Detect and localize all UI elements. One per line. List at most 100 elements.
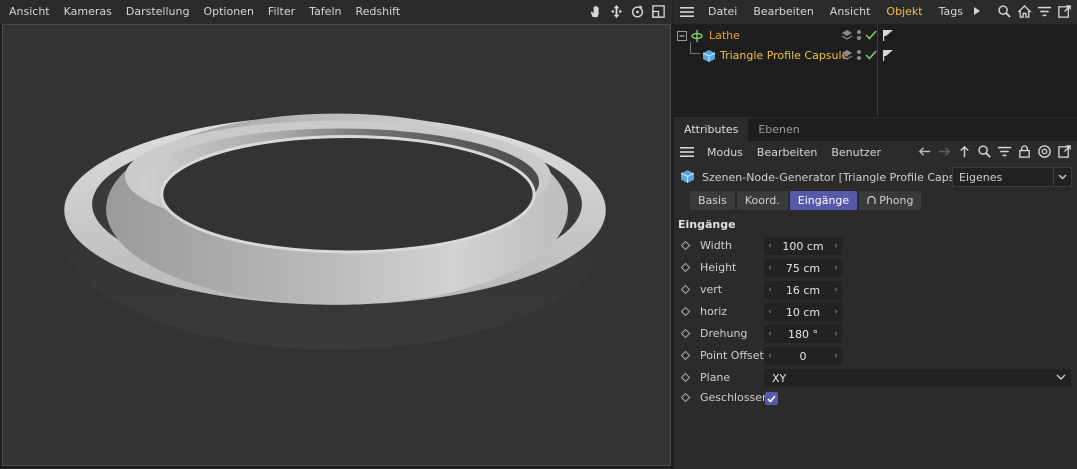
viewport-menu-ansicht[interactable]: Ansicht — [0, 0, 57, 24]
new-window-icon[interactable] — [1056, 3, 1073, 20]
keyframe-diamond-icon[interactable] — [681, 263, 690, 272]
decrement-arrow-icon[interactable]: ‹ — [765, 325, 775, 343]
capsule-cube-icon — [702, 49, 716, 66]
move-arrows-icon[interactable] — [608, 3, 625, 20]
menu-more-arrow-icon[interactable] — [973, 6, 981, 19]
search-icon[interactable] — [976, 143, 993, 160]
object-row-lathe[interactable]: Lathe — [674, 26, 1077, 46]
object-name-triangle-profile-capsule[interactable]: Triangle Profile Capsule — [720, 49, 848, 62]
viewport-menu-tafeln[interactable]: Tafeln — [302, 0, 348, 24]
param-label: Height — [700, 261, 737, 274]
horiz-field[interactable]: ‹ 10 cm › — [764, 303, 842, 321]
new-window-icon[interactable] — [1056, 143, 1073, 160]
geschlossen-checkbox[interactable] — [765, 392, 778, 405]
back-arrow-icon[interactable] — [916, 143, 933, 160]
layer-icon[interactable] — [841, 48, 853, 65]
keyframe-diamond-icon[interactable] — [681, 285, 690, 294]
chevron-down-icon[interactable] — [1053, 168, 1071, 186]
param-row-point-offset: Point Offset ‹ 0 › — [674, 346, 1077, 366]
point-offset-value[interactable]: 0 — [800, 350, 807, 363]
object-menu-tags[interactable]: Tags — [931, 0, 971, 24]
tab-attributes[interactable]: Attributes — [674, 118, 749, 141]
object-manager-icons — [996, 3, 1073, 20]
target-icon[interactable] — [1036, 143, 1053, 160]
decrement-arrow-icon[interactable]: ‹ — [765, 237, 775, 255]
increment-arrow-icon[interactable]: › — [831, 347, 841, 365]
decrement-arrow-icon[interactable]: ‹ — [765, 259, 775, 277]
height-field[interactable]: ‹ 75 cm › — [764, 259, 842, 277]
object-column-divider[interactable] — [877, 24, 878, 116]
generator-mode-dropdown[interactable]: Eigenes — [952, 167, 1072, 187]
enabled-check-icon[interactable] — [865, 28, 877, 45]
width-value[interactable]: 100 cm — [782, 240, 823, 253]
decrement-arrow-icon[interactable]: ‹ — [765, 347, 775, 365]
decrement-arrow-icon[interactable]: ‹ — [765, 281, 775, 299]
visibility-dots-icon[interactable] — [855, 28, 863, 45]
drehung-field[interactable]: ‹ 180 ° › — [764, 325, 842, 343]
rotate-icon[interactable] — [629, 3, 646, 20]
hand-pan-icon[interactable] — [587, 3, 604, 20]
drehung-value[interactable]: 180 ° — [788, 328, 818, 341]
height-value[interactable]: 75 cm — [786, 262, 820, 275]
keyframe-diamond-icon[interactable] — [681, 351, 690, 360]
viewport-menu-darstellung[interactable]: Darstellung — [119, 0, 197, 24]
subtab-phong[interactable]: Phong — [859, 191, 922, 210]
horiz-value[interactable]: 10 cm — [786, 306, 820, 319]
increment-arrow-icon[interactable]: › — [831, 237, 841, 255]
increment-arrow-icon[interactable]: › — [831, 325, 841, 343]
width-field[interactable]: ‹ 100 cm › — [764, 237, 842, 255]
attributes-menu-benutzer[interactable]: Benutzer — [824, 146, 888, 159]
increment-arrow-icon[interactable]: › — [831, 303, 841, 321]
tag-flag-icon[interactable] — [882, 29, 894, 45]
object-name-lathe[interactable]: Lathe — [709, 29, 740, 42]
plane-select[interactable]: XY — [764, 369, 1071, 387]
right-panel: Datei Bearbeiten Ansicht Objekt Tags Lat… — [674, 0, 1077, 469]
decrement-arrow-icon[interactable]: ‹ — [765, 303, 775, 321]
section-header: Eingänge — [678, 218, 736, 231]
viewport-menu-optionen[interactable]: Optionen — [196, 0, 260, 24]
viewport-menu-redshift[interactable]: Redshift — [348, 0, 407, 24]
increment-arrow-icon[interactable]: › — [831, 281, 841, 299]
attributes-menu-bearbeiten[interactable]: Bearbeiten — [750, 146, 824, 159]
keyframe-diamond-icon[interactable] — [681, 373, 690, 382]
attributes-toolbar: Modus Bearbeiten Benutzer — [674, 141, 1077, 163]
subtab-koord[interactable]: Koord. — [736, 191, 788, 210]
home-icon[interactable] — [1016, 3, 1033, 20]
increment-arrow-icon[interactable]: › — [831, 259, 841, 277]
filter-icon[interactable] — [1036, 3, 1053, 20]
keyframe-diamond-icon[interactable] — [681, 307, 690, 316]
viewport-menu-kameras[interactable]: Kameras — [57, 0, 119, 24]
enabled-check-icon[interactable] — [865, 48, 877, 65]
filter-icon[interactable] — [996, 143, 1013, 160]
visibility-dots-icon[interactable] — [855, 48, 863, 65]
layer-icon[interactable] — [841, 28, 853, 45]
keyframe-diamond-icon[interactable] — [681, 329, 690, 338]
keyframe-diamond-icon[interactable] — [681, 393, 690, 402]
maximize-icon[interactable] — [650, 3, 667, 20]
viewport-canvas[interactable] — [2, 24, 671, 466]
forward-arrow-icon[interactable] — [936, 143, 953, 160]
attributes-hamburger-icon[interactable] — [674, 146, 700, 158]
tab-ebenen[interactable]: Ebenen — [748, 118, 809, 141]
generator-row: Szenen-Node-Generator [Triangle Profile … — [674, 166, 1077, 188]
viewport-menu-filter[interactable]: Filter — [261, 0, 302, 24]
object-menu-bearbeiten[interactable]: Bearbeiten — [745, 0, 821, 24]
point-offset-field[interactable]: ‹ 0 › — [764, 347, 842, 365]
chevron-down-icon[interactable] — [1055, 370, 1067, 384]
up-arrow-icon[interactable] — [956, 143, 973, 160]
search-icon[interactable] — [996, 3, 1013, 20]
object-menu-datei[interactable]: Datei — [700, 0, 745, 24]
vert-value[interactable]: 16 cm — [786, 284, 820, 297]
keyframe-diamond-icon[interactable] — [681, 241, 690, 250]
subtab-eingaenge[interactable]: Eingänge — [789, 191, 858, 210]
hamburger-menu-icon[interactable] — [674, 0, 700, 24]
tag-flag-icon[interactable] — [882, 49, 894, 65]
object-row-triangle-profile-capsule[interactable]: Triangle Profile Capsule — [674, 42, 1077, 66]
tree-collapse-icon[interactable] — [677, 31, 687, 44]
subtab-basis[interactable]: Basis — [690, 191, 735, 210]
object-menu-objekt[interactable]: Objekt — [878, 0, 930, 24]
lock-icon[interactable] — [1016, 143, 1033, 160]
vert-field[interactable]: ‹ 16 cm › — [764, 281, 842, 299]
attributes-menu-modus[interactable]: Modus — [700, 146, 750, 159]
object-menu-ansicht[interactable]: Ansicht — [822, 0, 879, 24]
